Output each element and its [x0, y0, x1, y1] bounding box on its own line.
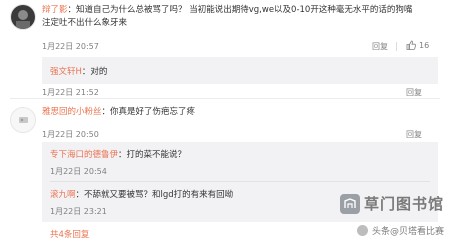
watermark: 草门图书馆 [339, 193, 444, 214]
reply-author[interactable]: 专下海口的德鲁伊 [50, 150, 118, 160]
comment-body: 雅思回的小粉丝：你真是好了伤疤忘了疼 [42, 106, 195, 119]
view-more-replies-link[interactable]: 共4条回复 [50, 228, 89, 240]
toutiao-icon [356, 225, 368, 236]
reply-author[interactable]: 强文轩H [50, 67, 82, 77]
reply-button[interactable]: 回复 [372, 41, 388, 52]
comment-time: 1月22日 20:57 [42, 42, 99, 51]
separator-line [10, 98, 440, 99]
watermark-text: 草门图书馆 [363, 195, 444, 213]
comment-text-line2: 注定吐不出什么象牙来 [42, 18, 128, 28]
reply-button[interactable]: 回复 [406, 87, 422, 98]
reply-time: 1月22日 21:52 [42, 88, 99, 97]
reply-text: ：打的菜不能说？ [118, 150, 187, 160]
avatar[interactable] [10, 4, 36, 30]
comment-text: 知道自己为什么总被骂了吗？ 当初能说出期待vg,we以及0-10开这种毫无水平的… [76, 5, 413, 15]
source-text: 头条@贝塔看比赛 [371, 227, 444, 237]
comment-author[interactable]: 雅思回的小粉丝 [42, 107, 102, 117]
like-button[interactable]: 16 [406, 40, 429, 50]
reply-author[interactable]: 滚九啊 [50, 190, 76, 200]
reply-text: ：不舔就又要被骂？和lgd打的有来有回呦 [75, 190, 234, 200]
reply-button[interactable]: 回复 [406, 129, 422, 140]
comment-text: ：你真是好了伤疤忘了疼 [101, 107, 196, 117]
comment-body: 辩了影：知道自己为什么总被骂了吗？ 当初能说出期待vg,we以及0-10开这种毫… [42, 4, 442, 30]
list-item: 专下海口的德鲁伊：打的菜不能说？ 1月22日 20:54 [42, 142, 438, 182]
comment-list: 辩了影：知道自己为什么总被骂了吗？ 当初能说出期待vg,we以及0-10开这种毫… [0, 0, 450, 241]
reply-box: 强文轩H：对的 [42, 57, 438, 84]
comment-time: 1月22日 20:50 [42, 130, 99, 139]
comment-author[interactable]: 辩了影 [42, 5, 68, 15]
like-count: 16 [419, 40, 430, 50]
thumbs-up-icon [406, 40, 416, 50]
source-watermark: 头条@贝塔看比赛 [356, 224, 444, 237]
reply-text: ：对的 [81, 67, 108, 77]
divider [396, 42, 397, 51]
reply-time: 1月22日 23:21 [50, 207, 107, 216]
library-logo-icon [339, 193, 360, 214]
reply-time: 1月22日 20:54 [50, 167, 107, 176]
avatar[interactable] [10, 107, 36, 133]
